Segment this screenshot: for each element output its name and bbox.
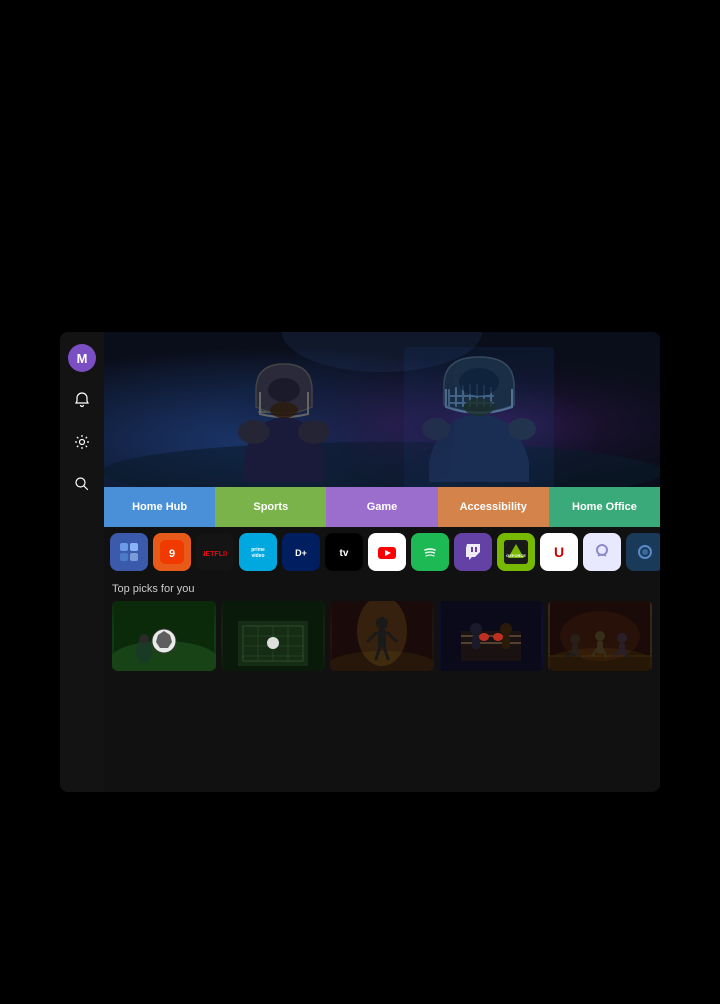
top-picks-section: Top picks for you — [104, 577, 660, 792]
search-icon[interactable] — [68, 470, 96, 498]
top-picks-label: Top picks for you — [112, 583, 652, 595]
app-twitch[interactable] — [454, 533, 492, 571]
app-apps[interactable] — [110, 533, 148, 571]
app-spotify[interactable] — [411, 533, 449, 571]
nav-accessibility[interactable]: Accessibility — [438, 487, 549, 527]
svg-text:GEFORCE: GEFORCE — [506, 553, 526, 558]
apps-row: 9 NETFLIX prime video D+ — [104, 527, 660, 577]
svg-text:9: 9 — [169, 548, 175, 560]
settings-icon[interactable] — [68, 428, 96, 456]
app-prime-video[interactable]: prime video — [239, 533, 277, 571]
app-disney-plus[interactable]: D+ — [282, 533, 320, 571]
nav-game[interactable]: Game — [326, 487, 437, 527]
pick-card-3[interactable] — [330, 601, 434, 671]
nav-home-office[interactable]: Home Office — [549, 487, 660, 527]
pick-card-4[interactable] — [439, 601, 543, 671]
pick-card-5[interactable] — [548, 601, 652, 671]
app-circle[interactable] — [583, 533, 621, 571]
nav-sports[interactable]: Sports — [215, 487, 326, 527]
nav-home-hub[interactable]: Home Hub — [104, 487, 215, 527]
svg-text:NETFLIX: NETFLIX — [203, 551, 227, 558]
svg-text:tv: tv — [340, 548, 349, 559]
app-geforce-now[interactable]: GEFORCE — [497, 533, 535, 571]
picks-row — [112, 601, 652, 671]
hero-banner — [104, 332, 660, 487]
app-youtube[interactable] — [368, 533, 406, 571]
app-smart-home[interactable] — [626, 533, 660, 571]
sidebar: M — [60, 332, 104, 792]
notification-icon[interactable] — [68, 386, 96, 414]
nav-bar: Home Hub Sports Game Accessibility Home … — [104, 487, 660, 527]
svg-text:video: video — [251, 553, 264, 559]
app-apple-tv[interactable]: tv — [325, 533, 363, 571]
app-uscreen[interactable]: U — [540, 533, 578, 571]
svg-text:U: U — [554, 544, 564, 560]
user-avatar-icon[interactable]: M — [68, 344, 96, 372]
pick-card-1[interactable] — [112, 601, 216, 671]
svg-text:D+: D+ — [295, 548, 307, 558]
tv-screen: M — [60, 332, 660, 792]
app-netflix[interactable]: NETFLIX — [196, 533, 234, 571]
app-lg-store[interactable]: 9 — [153, 533, 191, 571]
pick-card-2[interactable] — [221, 601, 325, 671]
